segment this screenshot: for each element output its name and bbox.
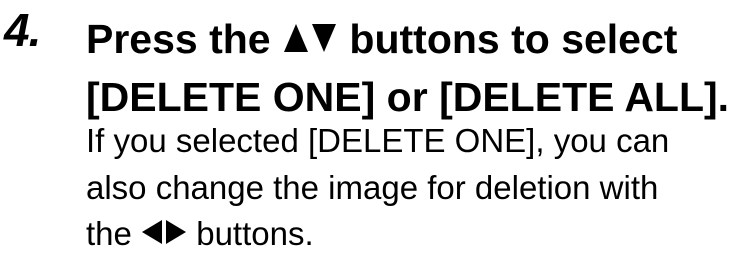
description-line-1: If you selected [DELETE ONE], you can — [86, 122, 670, 159]
description-line-2: also change the image for deletion with — [86, 168, 659, 206]
description-text-buttons: buttons. — [196, 215, 314, 252]
left-right-arrow-icon — [141, 211, 187, 258]
heading-text-press-the: Press the — [86, 16, 271, 62]
heading-text-buttons-to-select: buttons to select — [349, 16, 678, 62]
up-down-arrow-icon — [282, 10, 338, 68]
step-number: 4. — [4, 4, 41, 56]
heading-line-1: Press the buttons to select — [86, 10, 752, 68]
description-text-the: the — [86, 215, 132, 252]
description-line-3: the buttons. — [86, 211, 752, 258]
manual-page: 4. Press the buttons to select [DELETE O… — [0, 0, 752, 266]
step-heading: Press the buttons to select [DELETE ONE]… — [86, 10, 752, 126]
step-description: If you selected [DELETE ONE], you can al… — [86, 118, 752, 258]
